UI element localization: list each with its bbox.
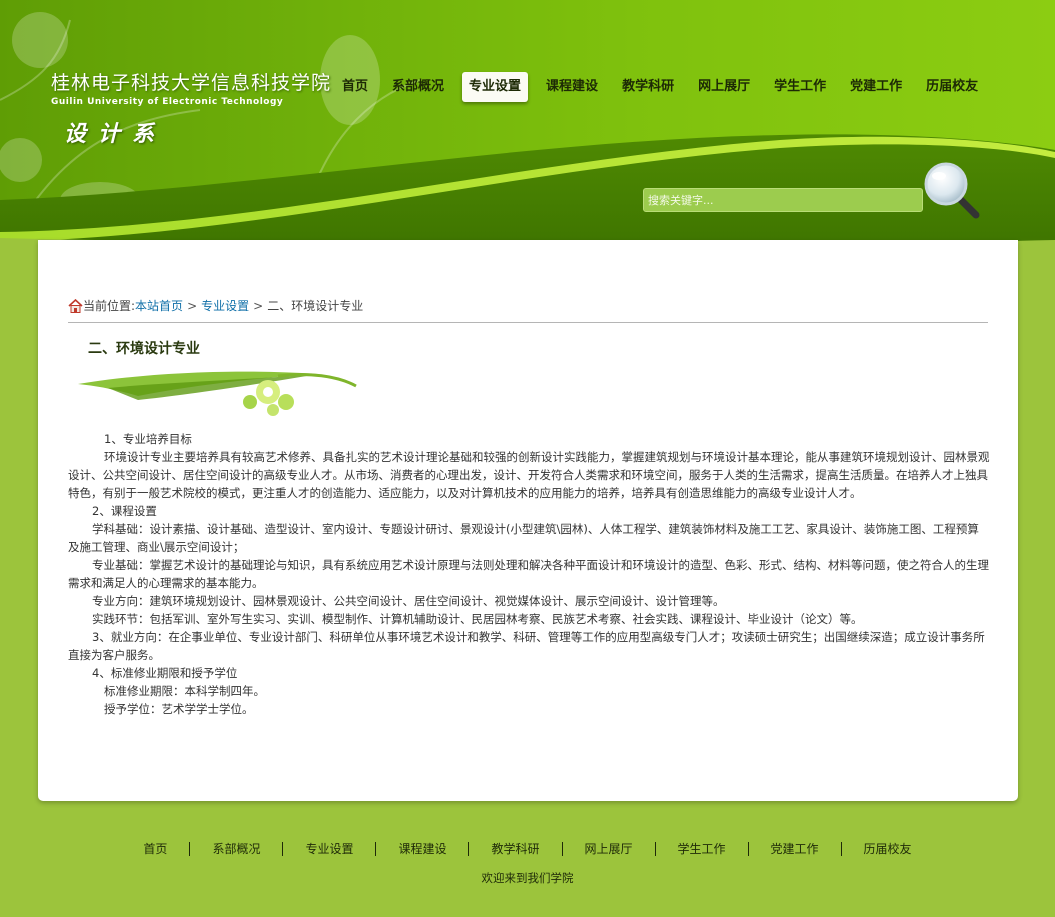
breadcrumb-separator: >	[187, 298, 198, 313]
nav-item-party-work[interactable]: 党建工作	[838, 72, 914, 102]
section-heading: 4、标准修业期限和授予学位	[92, 666, 238, 680]
school-name: 桂林电子科技大学信息科技学院	[51, 72, 332, 94]
search-button[interactable]	[922, 160, 982, 222]
paragraph: 授予学位：艺术学学士学位。	[104, 702, 254, 716]
paragraph: 专业方向：建筑环境规划设计、园林景观设计、公共空间设计、居住空间设计、视觉媒体设…	[92, 594, 725, 608]
nav-item-student-work[interactable]: 学生工作	[762, 72, 838, 102]
breadcrumb-current: 二、环境设计专业	[267, 299, 364, 313]
paragraph: 标准修业期限：本科学制四年。	[104, 684, 265, 698]
department-name: 设计系	[64, 121, 167, 147]
breadcrumb: 当前位置: 本站首页 > 专业设置 > 二、环境设计专业	[68, 297, 363, 314]
nav-item-home[interactable]: 首页	[330, 72, 380, 102]
breadcrumb-home-link[interactable]: 本站首页	[135, 297, 183, 314]
article-body: 1、专业培养目标 环境设计专业主要培养具有较高艺术修养、具备扎实的艺术设计理论基…	[68, 430, 990, 718]
section-heading: 2、课程设置	[92, 504, 157, 518]
magnifier-icon	[924, 162, 980, 219]
nav-item-alumni[interactable]: 历届校友	[914, 72, 990, 102]
paragraph: 3、就业方向：在企事业单位、专业设计部门、科研单位从事环境艺术设计和教学、科研、…	[68, 630, 985, 662]
school-name-english: Guilin University of Electronic Technolo…	[51, 97, 284, 107]
nav-item-gallery[interactable]: 网上展厅	[686, 72, 762, 102]
nav-item-courses[interactable]: 课程建设	[534, 72, 610, 102]
main-nav: 首页 系部概况 专业设置 课程建设 教学科研 网上展厅 学生工作 党建工作 历届…	[330, 71, 990, 103]
nav-item-overview[interactable]: 系部概况	[380, 72, 456, 102]
section-heading: 1、专业培养目标	[104, 432, 192, 446]
article-title: 二、环境设计专业	[88, 341, 200, 357]
paragraph: 环境设计专业主要培养具有较高艺术修养、具备扎实的艺术设计理论基础和较强的创新设计…	[68, 450, 990, 500]
footer-link-research[interactable]: 教学科研	[469, 840, 561, 857]
footer-link-alumni[interactable]: 历届校友	[842, 840, 934, 857]
site-header: 桂林电子科技大学信息科技学院 Guilin University of Elec…	[0, 0, 1055, 250]
footer-link-party-work[interactable]: 党建工作	[749, 840, 841, 857]
paragraph: 学科基础：设计素描、设计基础、造型设计、室内设计、专题设计研讨、景观设计(小型建…	[68, 522, 979, 554]
paragraph: 实践环节：包括军训、室外写生实习、实训、模型制作、计算机辅助设计、民居园林考察、…	[92, 612, 863, 626]
breadcrumb-prefix: 当前位置:	[83, 299, 136, 313]
home-icon	[68, 298, 83, 313]
search-input[interactable]	[643, 188, 923, 212]
footer-welcome-text: 欢迎来到我们学院	[481, 871, 574, 885]
footer-link-gallery[interactable]: 网上展厅	[563, 840, 655, 857]
nav-item-majors[interactable]: 专业设置	[462, 72, 529, 102]
floral-decoration-icon	[78, 371, 357, 416]
breadcrumb-section-link[interactable]: 专业设置	[201, 297, 249, 314]
footer-link-courses[interactable]: 课程建设	[376, 840, 468, 857]
footer-link-majors[interactable]: 专业设置	[283, 840, 375, 857]
footer-nav: 首页 系部概况 专业设置 课程建设 教学科研 网上展厅 学生工作 党建工作 历届…	[0, 840, 1055, 857]
breadcrumb-separator: >	[253, 298, 264, 313]
footer-link-overview[interactable]: 系部概况	[190, 840, 282, 857]
divider	[68, 322, 988, 323]
footer-link-student-work[interactable]: 学生工作	[656, 840, 748, 857]
footer-link-home[interactable]: 首页	[121, 840, 189, 857]
content-panel: 当前位置: 本站首页 > 专业设置 > 二、环境设计专业 二、环境设计专业 1、…	[38, 240, 1018, 801]
nav-item-research[interactable]: 教学科研	[610, 72, 686, 102]
paragraph: 专业基础：掌握艺术设计的基础理论与知识，具有系统应用艺术设计原理与法则处理和解决…	[68, 558, 989, 590]
